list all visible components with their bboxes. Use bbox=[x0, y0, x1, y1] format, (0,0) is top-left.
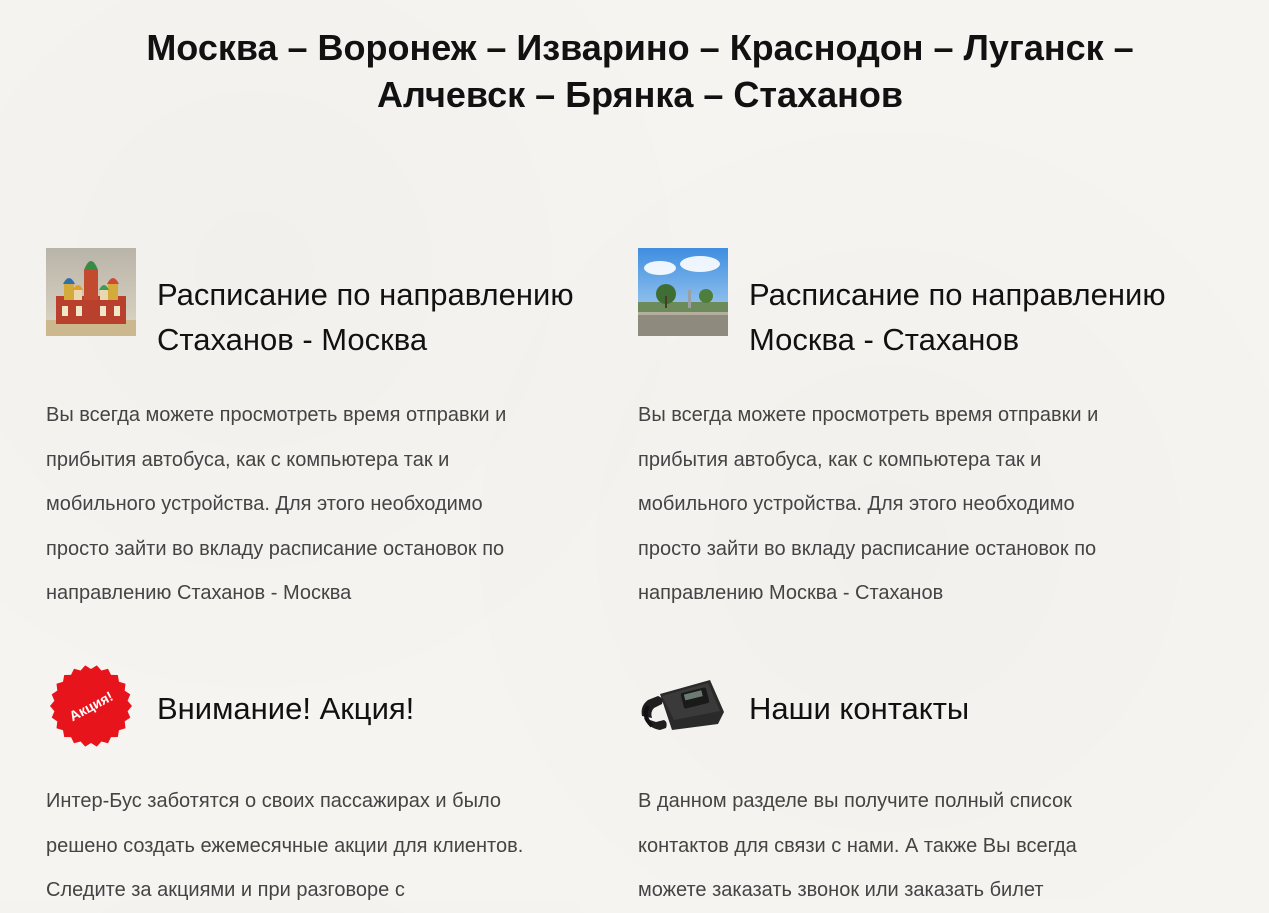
text-line: прибытия автобуса, как с компьютера так … bbox=[638, 448, 1042, 471]
block-header: Наши контакты bbox=[638, 660, 1218, 770]
page-title-line-2: Алчевск – Брянка – Стаханов bbox=[377, 74, 903, 115]
text-line: мобильного устройства. Для этого необход… bbox=[638, 493, 1075, 515]
page-title-line-1: Москва – Воронеж – Изварино – Краснодон … bbox=[146, 27, 1134, 68]
block-header: Акция! Внимание! Акция! bbox=[46, 660, 626, 770]
block-title[interactable]: Внимание! Акция! bbox=[157, 686, 637, 731]
city-square-photo[interactable] bbox=[638, 248, 728, 336]
kremlin-photo[interactable] bbox=[46, 248, 136, 336]
text-line: просто зайти во вкладу расписание остано… bbox=[638, 537, 1097, 560]
block-description: Интер-Бус заботятся о своих пассажирах и… bbox=[46, 779, 636, 913]
block-title[interactable]: Расписание по направлению Москва - Стаха… bbox=[749, 272, 1229, 362]
text-line: можете заказать звонок или заказать биле… bbox=[638, 879, 1044, 901]
block-description: В данном разделе вы получите полный спис… bbox=[638, 779, 1228, 913]
schedule-moscow-stakhanov-block: Расписание по направлению Москва - Стаха… bbox=[638, 248, 1218, 604]
text-line: В данном разделе вы получите полный спис… bbox=[638, 790, 1072, 812]
block-title-line-1: Наши контакты bbox=[749, 691, 970, 726]
block-title-line-1: Расписание по направлению bbox=[749, 277, 1166, 312]
promo-badge-icon[interactable]: Акция! bbox=[46, 662, 136, 750]
block-title-line-2: Стаханов - Москва bbox=[157, 322, 428, 357]
block-description: Вы всегда можете просмотреть время отпра… bbox=[638, 393, 1228, 616]
page-title: Москва – Воронеж – Изварино – Краснодон … bbox=[40, 24, 1240, 118]
text-line: контактов для связи с нами. А также Вы в… bbox=[638, 834, 1077, 857]
block-title-line-2: Москва - Стаханов bbox=[749, 322, 1020, 357]
text-line: Вы всегда можете просмотреть время отпра… bbox=[638, 404, 1099, 426]
text-line: решено создать ежемесячные акции для кли… bbox=[46, 834, 524, 857]
contacts-block: Наши контакты В данном разделе вы получи… bbox=[638, 660, 1218, 901]
text-line: прибытия автобуса, как с компьютера так … bbox=[46, 448, 450, 471]
text-line: Интер-Бус заботятся о своих пассажирах и… bbox=[46, 790, 501, 812]
telephone-icon[interactable] bbox=[638, 666, 728, 754]
text-line: просто зайти во вкладу расписание остано… bbox=[46, 537, 505, 560]
text-line: мобильного устройства. Для этого необход… bbox=[46, 493, 483, 515]
text-line: Следите за акциями и при разговоре с bbox=[46, 879, 405, 901]
block-title[interactable]: Наши контакты bbox=[749, 686, 1229, 731]
schedule-stakhanov-moscow-block: Расписание по направлению Стаханов - Мос… bbox=[46, 248, 626, 604]
text-line: направлению Москва - Стаханов bbox=[638, 582, 944, 604]
block-description: Вы всегда можете просмотреть время отпра… bbox=[46, 393, 636, 616]
block-title-line-1: Расписание по направлению bbox=[157, 277, 574, 312]
block-header: Расписание по направлению Москва - Стаха… bbox=[638, 248, 1218, 358]
text-line: Вы всегда можете просмотреть время отпра… bbox=[46, 404, 507, 426]
block-title[interactable]: Расписание по направлению Стаханов - Мос… bbox=[157, 272, 637, 362]
block-header: Расписание по направлению Стаханов - Мос… bbox=[46, 248, 626, 358]
block-title-line-1: Внимание! Акция! bbox=[157, 691, 415, 726]
text-line: направлению Стаханов - Москва bbox=[46, 582, 352, 604]
promo-block: Акция! Внимание! Акция! Интер-Бус заботя… bbox=[46, 660, 626, 901]
